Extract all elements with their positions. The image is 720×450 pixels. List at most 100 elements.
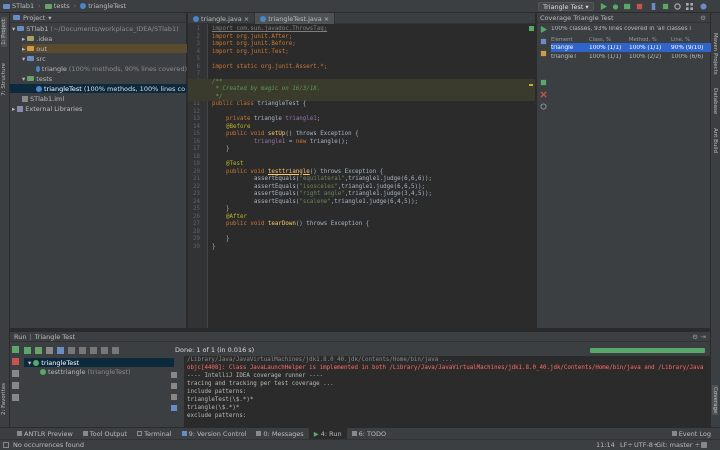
help-icon[interactable] (700, 3, 707, 10)
coverage-run-icon[interactable] (624, 3, 631, 10)
tool-tab-terminal[interactable]: Terminal (132, 428, 176, 440)
lock-icon[interactable] (701, 442, 707, 448)
console-side-toolbar (171, 372, 180, 428)
tree-item-iml[interactable]: STlab1.iml (22, 94, 64, 103)
sort-icon[interactable] (57, 346, 64, 354)
scroll-up-icon[interactable] (171, 372, 177, 378)
collapse-all-icon[interactable] (79, 346, 86, 354)
test-tree-label: triangleTest (41, 358, 80, 367)
column-header[interactable]: Method, % (629, 37, 671, 43)
tree-item-label: STlab1.iml (30, 94, 65, 103)
code-editor[interactable]: 1234567891011121314151617181920212223242… (188, 24, 535, 328)
run-config-tab[interactable]: Triangle Test (35, 333, 75, 341)
pin-icon[interactable] (12, 382, 19, 389)
tab-triangle-java[interactable]: triangle.java × (188, 13, 256, 24)
test-tree-child[interactable]: testtriangle (triangleTest) (40, 368, 130, 376)
tool-tab-structure[interactable]: 7: Structure (1, 63, 7, 96)
tree-item-label: src (36, 54, 46, 63)
column-header[interactable]: Element (551, 37, 589, 43)
print-icon[interactable] (171, 405, 177, 411)
stop-icon[interactable] (636, 3, 643, 10)
tool-tab-event-log[interactable]: Event Log (667, 428, 716, 440)
help-icon[interactable] (540, 103, 547, 110)
coverage-row[interactable]: triangle 100% (1/1) 100% (1/1) 90% (9/10… (551, 43, 711, 52)
coverage-row[interactable]: triangleT 100% (1/1) 100% (2/2) 100% (6/… (551, 52, 711, 61)
tree-item-idea[interactable]: ▸ .idea (22, 34, 52, 43)
file-encoding[interactable]: UTF-8÷ (634, 441, 658, 449)
tool-tab-favorites[interactable]: 2: Favorites (1, 383, 7, 415)
tree-item-root[interactable]: ▾ STlab1 (~/Documents/workplace_IDEA/STl… (12, 24, 179, 33)
settings-icon[interactable] (674, 3, 681, 10)
project-panel-title[interactable]: Project (23, 14, 45, 22)
vcs-commit-icon[interactable] (662, 3, 669, 10)
settings-icon[interactable]: ⚙ (700, 14, 706, 22)
tab-triangleTest-java[interactable]: triangleTest.java × (255, 13, 336, 24)
test-tree-root[interactable]: ▾ triangleTest (24, 358, 174, 367)
close-icon[interactable] (12, 394, 19, 401)
show-passed-icon[interactable] (35, 346, 42, 354)
filter-icon[interactable] (540, 50, 547, 57)
tree-item-label: triangleTest (44, 84, 82, 93)
tool-windows-toggle-icon[interactable] (3, 442, 9, 448)
navigation-bar: STlab1 › tests › triangleTest Triangle T… (0, 0, 720, 13)
restore-layout-icon[interactable] (12, 370, 19, 377)
inspection-ok-icon[interactable] (529, 26, 534, 31)
flatten-packages-icon[interactable] (540, 38, 547, 45)
git-branch[interactable]: Git: master ÷ (656, 441, 700, 449)
navigate-icon[interactable] (540, 79, 547, 86)
tool-tab-run[interactable]: ▶ 4: Run (308, 427, 347, 440)
next-icon[interactable] (101, 346, 108, 354)
expand-all-icon[interactable] (68, 346, 75, 354)
export-icon[interactable] (112, 346, 119, 354)
line-separator[interactable]: LF÷ (620, 441, 633, 449)
tree-item-src[interactable]: ▾ src (22, 54, 46, 63)
tool-tab-tool-output[interactable]: Tool Output (78, 428, 132, 440)
breadcrumb-project[interactable]: STlab1 (12, 2, 34, 10)
rerun-icon[interactable] (24, 346, 31, 354)
caret-position[interactable]: 11:14 (596, 441, 615, 449)
tree-item-triangle[interactable]: triangle (100% methods, 90% lines covere… (36, 64, 187, 73)
console-line: exclude patterns: (187, 413, 247, 419)
tree-item-triangleTest[interactable]: triangleTest (100% methods, 100% lines c… (10, 84, 187, 93)
rerun-icon[interactable] (540, 26, 547, 33)
tool-tab-project[interactable]: 1: Project (1, 17, 7, 47)
debug-icon[interactable] (612, 3, 619, 10)
tree-item-label: External Libraries (25, 104, 83, 113)
tool-tab-antlr[interactable]: ANTLR Preview (12, 428, 78, 440)
tool-tab-version-control[interactable]: 9: Version Control (177, 428, 252, 440)
column-header[interactable]: Class, % (589, 37, 629, 43)
tool-tab-maven[interactable]: Maven Projects (712, 33, 718, 75)
tab-label: Terminal (144, 429, 172, 438)
tool-tab-todo[interactable]: 6: TODO (347, 428, 392, 440)
hide-icon[interactable]: ⇥ (701, 333, 706, 341)
close-icon[interactable] (540, 91, 547, 98)
close-icon[interactable]: × (244, 15, 249, 23)
soft-wrap-icon[interactable] (171, 394, 177, 400)
tree-item-out[interactable]: ▸ out (22, 44, 187, 53)
run-icon: ▶ (313, 429, 319, 438)
run-configuration-select[interactable]: Triangle Test ▾ (538, 2, 594, 11)
run-icon[interactable] (12, 346, 19, 353)
previous-icon[interactable] (90, 346, 97, 354)
tree-item-external-libraries[interactable]: ▸ External Libraries (12, 104, 82, 113)
close-icon[interactable]: × (324, 15, 329, 23)
tool-tab-coverage[interactable]: Coverage (712, 385, 718, 416)
settings-icon[interactable]: ⚙ (692, 333, 698, 341)
run-icon[interactable] (600, 3, 607, 10)
tree-item-tests[interactable]: ▾ tests (22, 74, 52, 83)
right-tool-strip: Maven Projects Database Ant Build Covera… (710, 13, 720, 427)
scroll-down-icon[interactable] (171, 383, 177, 389)
breadcrumb-folder[interactable]: tests (54, 2, 70, 10)
tool-tab-messages[interactable]: 0: Messages (251, 428, 308, 440)
project-structure-icon[interactable] (686, 3, 693, 10)
vcs-update-icon[interactable] (650, 3, 657, 10)
tool-tab-ant[interactable]: Ant Build (712, 128, 718, 153)
show-ignored-icon[interactable] (46, 346, 53, 354)
column-header[interactable]: Line, % (671, 37, 711, 43)
stop-icon[interactable] (12, 358, 19, 365)
warning-marker[interactable] (529, 84, 533, 86)
class-icon (193, 15, 199, 22)
console-output[interactable]: /Library/Java/JavaVirtualMachines/jdk1.8… (184, 356, 710, 428)
tool-tab-database[interactable]: Database (712, 88, 718, 114)
breadcrumb-file[interactable]: triangleTest (88, 2, 126, 10)
